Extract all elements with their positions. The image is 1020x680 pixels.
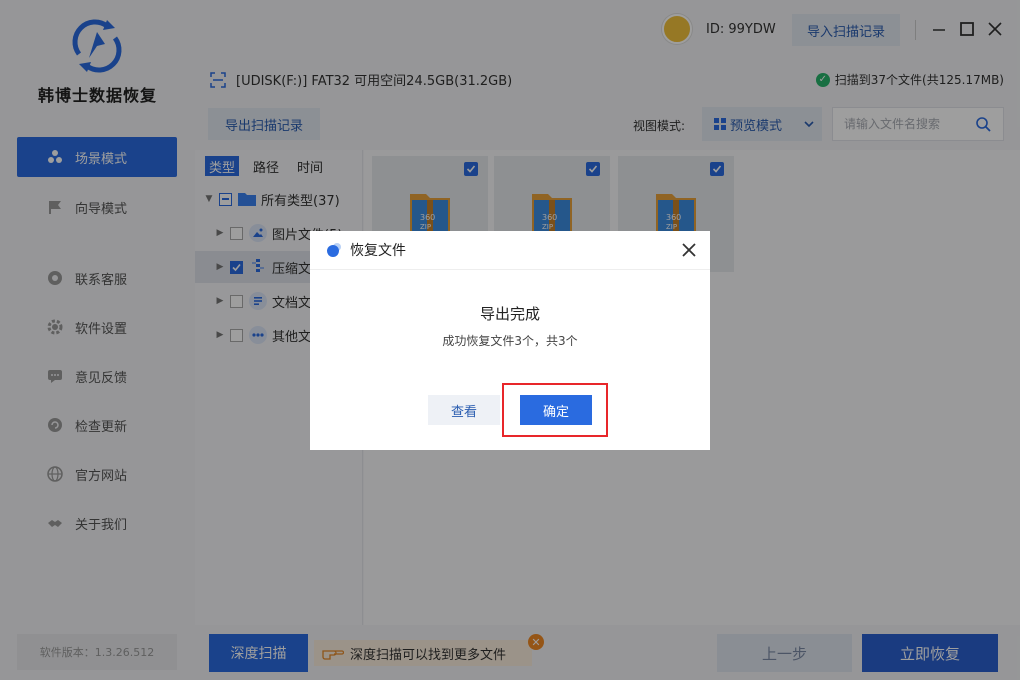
recover-dialog: 恢复文件 导出完成 成功恢复文件3个，共3个 查看 确定 — [310, 231, 710, 450]
view-button[interactable]: 查看 — [428, 395, 500, 425]
close-icon[interactable] — [680, 241, 698, 259]
dialog-logo-icon — [327, 243, 341, 257]
dialog-message: 成功恢复文件3个，共3个 — [442, 334, 578, 348]
confirm-highlight-box — [502, 383, 608, 437]
dialog-header: 恢复文件 — [310, 231, 710, 270]
dialog-heading: 导出完成 — [479, 305, 540, 323]
dialog-title: 恢复文件 — [350, 243, 406, 259]
